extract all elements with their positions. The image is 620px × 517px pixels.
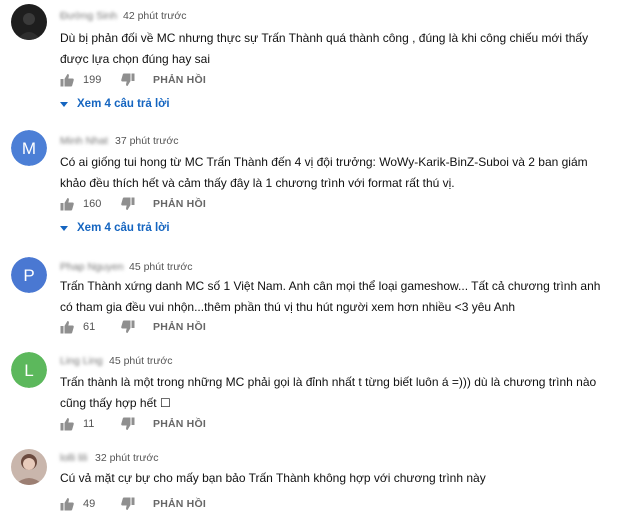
like-count: 61 (83, 321, 96, 333)
comment-text: Trấn Thành xứng danh MC số 1 Việt Nam. A… (60, 279, 601, 314)
comment-timestamp[interactable]: 42 phút trước (123, 10, 187, 22)
comment-item: P Phap Nguyen 45 phút trước Trấn Thành x… (0, 256, 620, 342)
avatar[interactable]: M (11, 130, 47, 166)
view-replies-label: Xem 4 câu trả lời (77, 222, 170, 234)
like-icon[interactable] (60, 73, 74, 87)
avatar[interactable] (11, 4, 47, 40)
comment-author[interactable]: Phap Nguyen (60, 261, 124, 273)
comment-actions: 49 PHẢN HỒI (60, 496, 206, 512)
comment-actions: 11 PHẢN HỒI (60, 416, 206, 432)
view-replies-label: Xem 4 câu trả lời (77, 98, 170, 110)
avatar[interactable] (11, 449, 47, 485)
comment-item: L Ling Ling 45 phút trước Trấn thành là … (0, 350, 620, 436)
reply-button[interactable]: PHẢN HỒI (153, 74, 206, 86)
comment-timestamp[interactable]: 45 phút trước (109, 355, 173, 367)
like-icon[interactable] (60, 320, 74, 334)
like-icon[interactable] (60, 197, 74, 211)
comment-author[interactable]: Minh Nhat (60, 135, 108, 147)
comment-timestamp[interactable]: 32 phút trước (95, 452, 159, 464)
comment-actions: 160 PHẢN HỒI (60, 196, 206, 212)
reply-button[interactable]: PHẢN HỒI (153, 321, 206, 333)
comment-item: Đường Sinh 42 phút trước Dù bị phản đối … (0, 0, 620, 120)
comment-text: Có ai giống tui hong từ MC Trấn Thành đế… (60, 155, 588, 190)
chevron-down-icon (60, 225, 68, 231)
comment-actions: 199 PHẢN HỒI (60, 72, 206, 88)
comment-author[interactable]: lolli lili (60, 452, 87, 464)
like-icon[interactable] (60, 497, 74, 511)
dislike-icon[interactable] (121, 417, 135, 431)
avatar[interactable]: P (11, 257, 47, 293)
like-icon[interactable] (60, 417, 74, 431)
view-replies-button[interactable]: Xem 4 câu trả lời (60, 96, 170, 112)
dislike-icon[interactable] (121, 197, 135, 211)
comment-author[interactable]: Đường Sinh (60, 10, 117, 22)
like-count: 199 (83, 74, 102, 86)
comment-text: Cú vả mặt cự bự cho mấy bạn bảo Trấn Thà… (60, 471, 486, 485)
like-count: 49 (83, 498, 96, 510)
comment-list: Đường Sinh 42 phút trước Dù bị phản đối … (0, 0, 620, 517)
svg-text:P: P (23, 266, 34, 285)
comment-author[interactable]: Ling Ling (60, 355, 103, 367)
reply-button[interactable]: PHẢN HỒI (153, 498, 206, 510)
svg-text:M: M (22, 139, 36, 158)
svg-text:L: L (24, 361, 33, 380)
dislike-icon[interactable] (121, 320, 135, 334)
like-count: 160 (83, 198, 102, 210)
comment-actions: 61 PHẢN HỒI (60, 319, 206, 335)
like-count: 11 (83, 418, 95, 430)
avatar[interactable]: L (11, 352, 47, 388)
view-replies-button[interactable]: Xem 4 câu trả lời (60, 220, 170, 236)
dislike-icon[interactable] (121, 73, 135, 87)
comment-timestamp[interactable]: 45 phút trước (129, 261, 193, 273)
dislike-icon[interactable] (121, 497, 135, 511)
comment-item: M Minh Nhat 37 phút trước Có ai giống tu… (0, 128, 620, 240)
comment-item: lolli lili 32 phút trước Cú vả mặt cự bự… (0, 446, 620, 517)
comment-timestamp[interactable]: 37 phút trước (115, 135, 179, 147)
reply-button[interactable]: PHẢN HỒI (153, 198, 206, 210)
reply-button[interactable]: PHẢN HỒI (153, 418, 206, 430)
chevron-down-icon (60, 101, 68, 107)
comment-text: Dù bị phản đối về MC nhưng thực sự Trấn … (60, 31, 589, 66)
comment-text: Trấn thành là một trong những MC phải gọ… (60, 375, 597, 410)
